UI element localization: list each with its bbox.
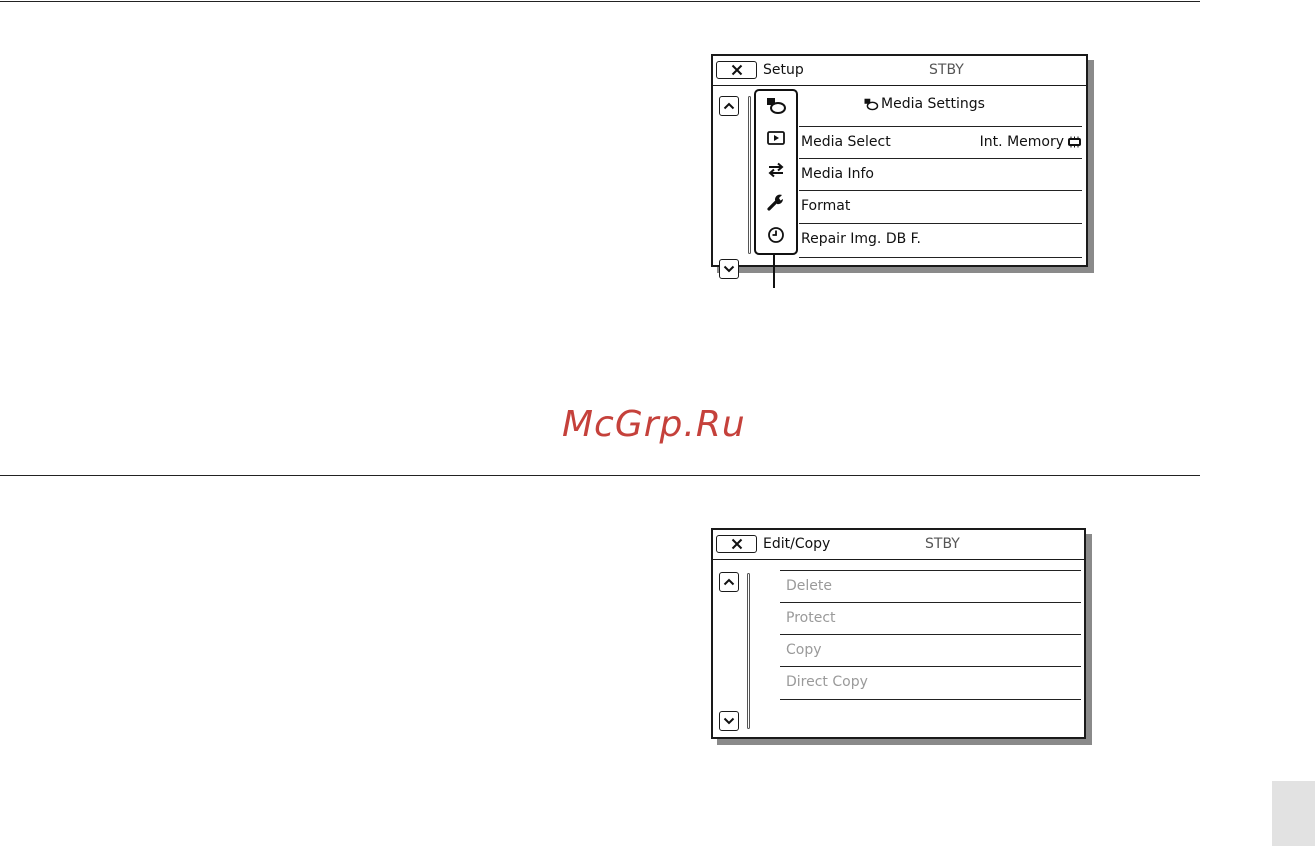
tab-general-settings[interactable] — [762, 191, 790, 213]
setup-title-bar: Setup STBY — [713, 56, 1086, 86]
menu-item-media-info[interactable]: Media Info — [799, 158, 1082, 190]
close-icon — [731, 538, 742, 550]
chevron-up-icon — [723, 102, 735, 110]
chevron-down-icon — [723, 265, 735, 273]
media-settings-icon — [767, 98, 786, 114]
menu-item-label: Format — [801, 198, 851, 214]
edit-status: STBY — [925, 536, 960, 552]
menu-item-label: Protect — [786, 610, 836, 626]
category-tabs — [754, 89, 798, 255]
menu-item-copy[interactable]: Copy — [780, 634, 1081, 666]
menu-item-label: Copy — [786, 642, 822, 658]
menu-item-repair-img-db[interactable]: Repair Img. DB F. — [799, 223, 1082, 257]
chevron-down-icon — [723, 717, 735, 725]
menu-item-direct-copy[interactable]: Direct Copy — [780, 666, 1081, 699]
edit-scroll-down-button[interactable] — [719, 711, 739, 731]
menu-item-value: Int. Memory — [980, 134, 1082, 150]
menu-divider — [780, 699, 1081, 700]
tab-connection[interactable] — [762, 159, 790, 181]
setup-scroll-down-button[interactable] — [719, 259, 739, 279]
setup-scrollbar[interactable] — [748, 96, 751, 254]
chevron-up-icon — [723, 578, 735, 586]
edit-close-button[interactable] — [716, 535, 757, 553]
setup-title: Setup — [763, 62, 804, 78]
edit-title: Edit/Copy — [763, 536, 831, 552]
menu-item-label: Repair Img. DB F. — [801, 231, 921, 247]
section-heading: Media Settings — [863, 96, 985, 112]
menu-divider — [799, 257, 1082, 258]
tab-playback-settings[interactable] — [762, 127, 790, 149]
page-rule-middle — [0, 475, 1200, 476]
callout-line — [773, 255, 775, 288]
tab-clock-settings[interactable] — [762, 224, 790, 246]
setup-close-button[interactable] — [716, 61, 757, 79]
page-rule-top — [0, 1, 1200, 2]
menu-item-format[interactable]: Format — [799, 190, 1082, 223]
internal-memory-icon — [1068, 136, 1081, 148]
edit-scrollbar[interactable] — [747, 573, 750, 729]
clock-icon — [768, 227, 784, 243]
edit-title-bar: Edit/Copy STBY — [713, 530, 1084, 560]
menu-item-label: Direct Copy — [786, 674, 868, 690]
general-settings-icon — [767, 194, 784, 211]
connection-icon — [768, 162, 784, 178]
setup-screen: Setup STBY Media Settings Media Select I… — [711, 54, 1088, 279]
menu-item-label: Media Select — [801, 134, 891, 150]
watermark: McGrp.Ru — [562, 404, 746, 445]
tab-media-settings[interactable] — [762, 95, 790, 117]
media-select-value: Int. Memory — [979, 134, 1064, 150]
edit-scroll-up-button[interactable] — [719, 572, 739, 592]
menu-item-label: Media Info — [801, 166, 874, 182]
section-heading-text: Media Settings — [881, 96, 985, 112]
edit-copy-screen: Edit/Copy STBY Delete Protect Copy Direc… — [711, 528, 1086, 739]
menu-item-delete[interactable]: Delete — [780, 570, 1081, 602]
close-icon — [731, 64, 742, 76]
setup-status: STBY — [929, 62, 964, 78]
menu-item-media-select[interactable]: Media Select Int. Memory — [799, 126, 1082, 158]
menu-item-label: Delete — [786, 578, 832, 594]
menu-item-protect[interactable]: Protect — [780, 602, 1081, 634]
media-settings-icon — [864, 98, 879, 110]
setup-scroll-up-button[interactable] — [719, 96, 739, 116]
playback-settings-icon — [767, 131, 785, 145]
page-tab-marker — [1272, 781, 1315, 846]
